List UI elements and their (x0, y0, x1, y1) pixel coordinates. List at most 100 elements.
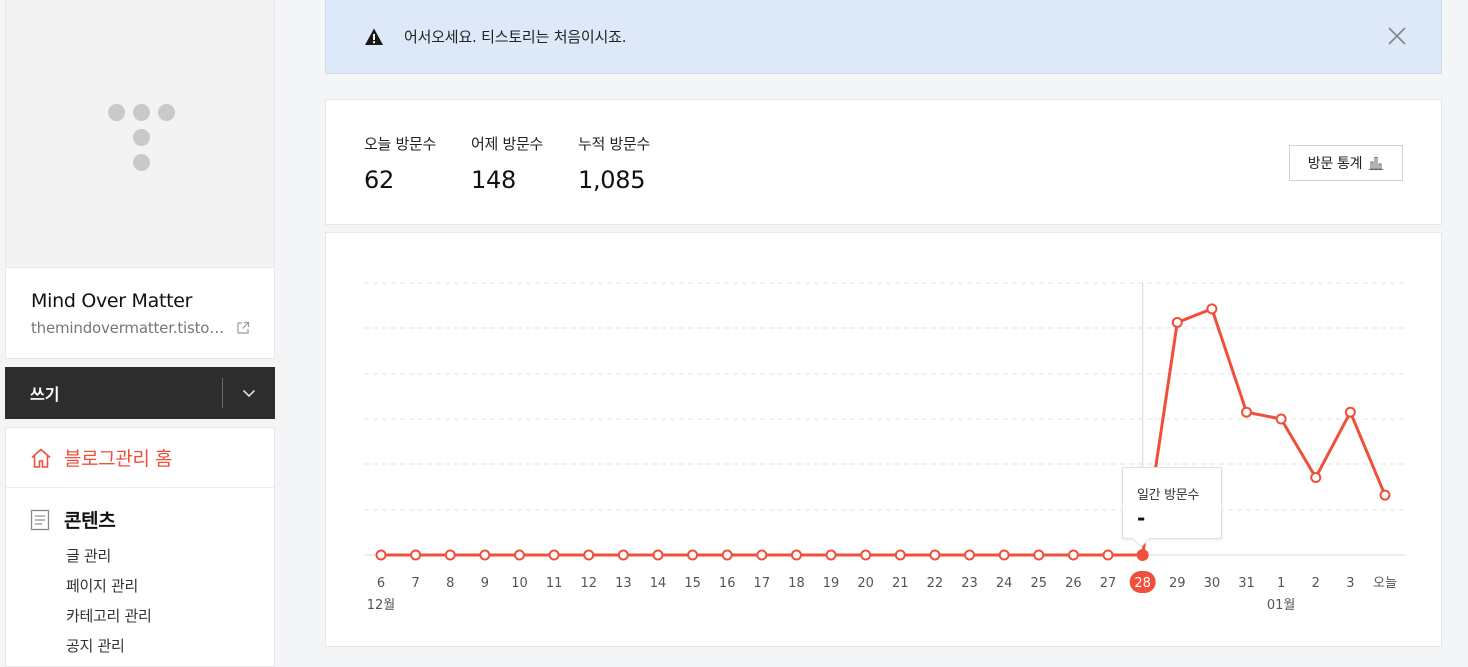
data-point (375, 549, 387, 561)
data-point (1067, 549, 1079, 561)
x-tick-label: 8 (446, 576, 454, 591)
month-label: 01월 (1267, 598, 1296, 613)
menu-item-notices[interactable]: 공지 관리 (66, 631, 274, 661)
data-point (652, 549, 664, 561)
data-point (860, 549, 872, 561)
menu-item-posts[interactable]: 글 관리 (66, 541, 274, 571)
stat-today-value: 62 (364, 166, 394, 194)
x-tick-label: 7 (411, 576, 419, 591)
x-tick-label: 14 (650, 576, 667, 591)
menu-home-label: 블로그관리 홈 (64, 448, 173, 470)
stat-yesterday-label: 어제 방문수 (471, 135, 543, 153)
x-tick-label: 25 (1031, 576, 1048, 591)
x-tick-label: 31 (1238, 576, 1255, 591)
x-tick-label: 17 (754, 576, 771, 591)
daily-visits-chart: 6 7 8 9 10 11 12 13 14 15 16 17 18 19 20 21 22 23 24 25 26 27… (325, 232, 1442, 647)
blog-avatar[interactable] (6, 0, 274, 268)
x-tick-label: 27 (1100, 576, 1117, 591)
admin-menu: 블로그관리 홈 콘텐츠 글 관리 페이지 관리 카테고리 관리 공지 관리 (5, 427, 275, 667)
data-point (583, 549, 595, 561)
close-icon[interactable] (1387, 26, 1407, 46)
data-point (1310, 471, 1322, 483)
x-tick-label: 30 (1204, 576, 1221, 591)
data-point (825, 549, 837, 561)
chart-canvas: 6 7 8 9 10 11 12 13 14 15 16 17 18 19 20 21 22 23 24 25 26 27… (364, 282, 1406, 613)
menu-item-home[interactable]: 블로그관리 홈 (6, 428, 274, 488)
data-point (513, 549, 525, 561)
logo-dot (158, 104, 175, 121)
stat-yesterday: 어제 방문수 148 (471, 133, 543, 194)
data-point (894, 549, 906, 561)
logo-dot (133, 129, 150, 146)
blog-title[interactable]: Mind Over Matter (31, 290, 193, 312)
data-point (1206, 303, 1218, 315)
stat-total: 누적 방문수 1,085 (578, 133, 650, 194)
data-point (410, 549, 422, 561)
x-tick-label: 13 (615, 576, 632, 591)
data-point (1136, 549, 1149, 561)
stat-total-label: 누적 방문수 (578, 135, 650, 153)
blog-profile-card: Mind Over Matter themindovermatter.tisto… (5, 0, 275, 359)
x-tick-label: 24 (996, 576, 1013, 591)
menu-sub-list: 글 관리 페이지 관리 카테고리 관리 공지 관리 (30, 541, 274, 661)
data-point (1033, 549, 1045, 561)
data-point (1171, 316, 1183, 328)
data-point (790, 549, 802, 561)
stat-today-label: 오늘 방문수 (364, 135, 436, 153)
write-button[interactable]: 쓰기 (5, 381, 222, 405)
chart-tooltip: 일간 방문수 - (1122, 467, 1222, 548)
data-point (964, 549, 976, 561)
logo-dot (108, 104, 125, 121)
x-tick-label: 16 (719, 576, 736, 591)
tooltip-value: - (1137, 506, 1146, 530)
data-point (998, 549, 1010, 561)
document-icon (30, 509, 50, 530)
visit-stats-button[interactable]: 방문 통계 (1289, 145, 1403, 181)
x-tick-label: 12 (580, 576, 597, 591)
x-tick-label: 6 (377, 576, 385, 591)
write-bar: 쓰기 (5, 367, 275, 419)
visitor-stats-card: 오늘 방문수 62 어제 방문수 148 누적 방문수 1,085 방문 통계 (325, 99, 1442, 225)
x-tick-label: 19 (823, 576, 840, 591)
x-tick-label: 28 (1134, 576, 1151, 591)
menu-section-content-head[interactable]: 콘텐츠 (30, 506, 274, 533)
tooltip-label: 일간 방문수 (1137, 488, 1200, 503)
menu-item-categories[interactable]: 카테고리 관리 (66, 601, 274, 631)
blog-url[interactable]: themindovermatter.tistory.com (31, 319, 226, 337)
notice-text: 어서오세요. 티스토리는 처음이시죠. (404, 28, 627, 46)
x-tick-label: 26 (1065, 576, 1082, 591)
data-point (721, 549, 733, 561)
data-point (617, 549, 629, 561)
stat-total-value: 1,085 (578, 166, 646, 194)
x-tick-label: 21 (892, 576, 909, 591)
data-point (929, 549, 941, 561)
x-tick-label: 22 (927, 576, 944, 591)
month-label: 12월 (367, 598, 396, 613)
external-link-icon[interactable] (236, 321, 250, 335)
x-tick-label: 18 (788, 576, 805, 591)
x-tick-label: 11 (546, 576, 563, 591)
data-point (1379, 489, 1391, 501)
data-point (1102, 549, 1114, 561)
menu-item-pages[interactable]: 페이지 관리 (66, 571, 274, 601)
data-point (1344, 406, 1356, 418)
data-point (548, 549, 560, 561)
data-point (687, 549, 699, 561)
x-tick-label: 오늘 (1373, 576, 1397, 591)
stat-today: 오늘 방문수 62 (364, 133, 436, 194)
data-point (756, 549, 768, 561)
series-line (381, 307, 1387, 557)
x-tick-label: 23 (961, 576, 978, 591)
logo-dot (133, 154, 150, 171)
x-tick-label: 29 (1169, 576, 1186, 591)
data-point (479, 549, 491, 561)
data-point (1241, 406, 1253, 418)
data-point (1275, 413, 1287, 425)
visit-stats-button-label: 방문 통계 (1307, 156, 1363, 172)
menu-section-label: 콘텐츠 (64, 510, 116, 532)
stat-yesterday-value: 148 (471, 166, 516, 194)
write-dropdown-button[interactable] (223, 367, 275, 419)
menu-section-content: 콘텐츠 글 관리 페이지 관리 카테고리 관리 공지 관리 (6, 488, 274, 661)
logo-dot (133, 104, 150, 121)
blog-url-row[interactable]: themindovermatter.tistory.com (31, 319, 261, 337)
